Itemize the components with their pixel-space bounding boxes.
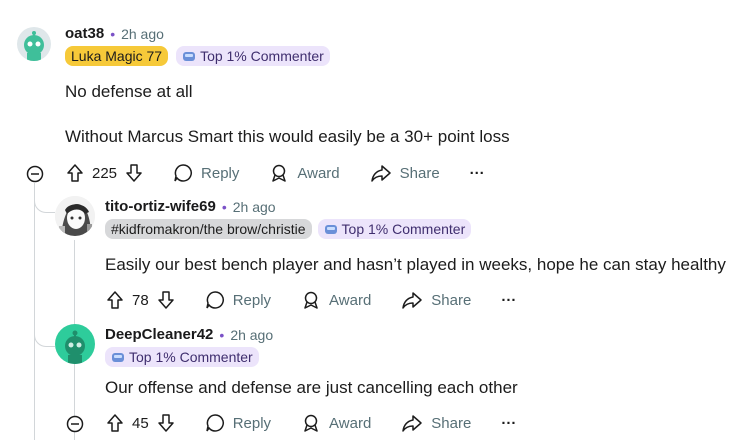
avatar[interactable] — [55, 324, 95, 364]
commenter-badge-icon — [111, 350, 125, 364]
reply-button[interactable]: Reply — [173, 163, 239, 183]
award-icon — [269, 163, 289, 183]
share-icon — [401, 290, 423, 310]
comment-text: Our offense and defense are just cancell… — [105, 378, 518, 397]
avatar[interactable] — [17, 27, 51, 61]
reply-button[interactable]: Reply — [205, 290, 271, 310]
share-label: Share — [431, 291, 472, 309]
commenter-badge-icon — [182, 49, 196, 63]
comment-bubble-icon — [205, 290, 225, 310]
user-flair: Luka Magic 77 — [65, 46, 169, 66]
vote-count: 225 — [92, 164, 118, 182]
avatar[interactable] — [55, 196, 95, 236]
upvote-icon[interactable] — [106, 413, 124, 433]
top-commenter-badge: Top 1% Commenter — [317, 219, 472, 239]
share-button[interactable]: Share — [401, 290, 471, 310]
comment-text: Easily our best bench player and hasn’t … — [105, 255, 726, 274]
award-button[interactable]: Award — [301, 413, 371, 433]
award-icon — [301, 413, 321, 433]
timestamp: 2h ago — [232, 198, 276, 215]
downvote-icon[interactable] — [157, 290, 175, 310]
share-label: Share — [431, 414, 472, 432]
username[interactable]: DeepCleaner42 — [105, 326, 213, 343]
vote-count: 45 — [132, 414, 149, 432]
upvote-icon[interactable] — [66, 163, 84, 183]
more-options-button[interactable]: ··· — [501, 415, 516, 432]
award-label: Award — [297, 164, 340, 182]
separator-dot: • — [221, 198, 227, 215]
user-flair: #kidfromakron/the brow/christie — [105, 219, 312, 239]
separator-dot: • — [219, 326, 225, 343]
collapse-button[interactable] — [66, 415, 84, 438]
downvote-icon[interactable] — [157, 413, 175, 433]
thread-branch — [34, 322, 55, 347]
badge-label: Top 1% Commenter — [129, 349, 253, 365]
collapse-button[interactable] — [26, 165, 44, 188]
reply-label: Reply — [201, 164, 240, 182]
share-icon — [401, 413, 423, 433]
share-icon — [370, 163, 392, 183]
more-options-button[interactable]: ··· — [470, 165, 485, 182]
username[interactable]: tito-ortiz-wife69 — [105, 198, 216, 215]
reply-label: Reply — [232, 414, 272, 432]
reply-button[interactable]: Reply — [205, 413, 271, 433]
username[interactable]: oat38 — [65, 25, 104, 42]
award-label: Award — [329, 414, 372, 432]
comment-bubble-icon — [173, 163, 193, 183]
badge-label: Top 1% Commenter — [341, 221, 466, 237]
comment-text: Without Marcus Smart this would easily b… — [65, 127, 510, 146]
vote-count: 78 — [132, 291, 149, 309]
comment-text: No defense at all — [65, 82, 193, 101]
commenter-badge-icon — [324, 222, 338, 236]
separator-dot: • — [110, 25, 116, 42]
comment-bubble-icon — [205, 413, 225, 433]
award-icon — [301, 290, 321, 310]
badge-label: Top 1% Commenter — [200, 48, 324, 64]
timestamp: 2h ago — [121, 25, 164, 42]
downvote-icon[interactable] — [125, 163, 143, 183]
top-commenter-badge: Top 1% Commenter — [176, 46, 330, 66]
award-button[interactable]: Award — [301, 290, 371, 310]
upvote-icon[interactable] — [106, 290, 124, 310]
thread-branch — [34, 188, 55, 213]
thread-line — [34, 183, 35, 440]
reply-label: Reply — [232, 291, 272, 309]
award-button[interactable]: Award — [269, 163, 340, 183]
award-label: Award — [329, 291, 372, 309]
share-label: Share — [399, 164, 440, 182]
share-button[interactable]: Share — [401, 413, 471, 433]
more-options-button[interactable]: ··· — [501, 292, 516, 309]
share-button[interactable]: Share — [370, 163, 440, 183]
top-commenter-badge: Top 1% Commenter — [105, 347, 259, 367]
timestamp: 2h ago — [230, 326, 274, 343]
